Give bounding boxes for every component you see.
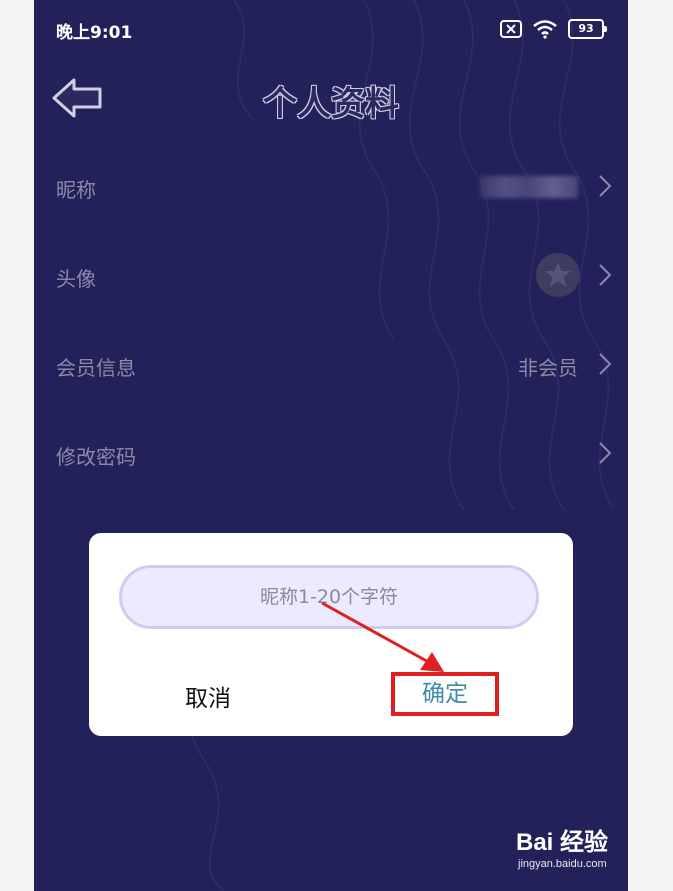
row-label: 昵称 bbox=[56, 178, 96, 202]
row-label: 头像 bbox=[56, 267, 96, 291]
confirm-button[interactable]: 确定 bbox=[391, 672, 499, 716]
chevron-right-icon bbox=[599, 353, 612, 375]
chevron-right-icon bbox=[599, 175, 612, 197]
nickname-input[interactable]: 昵称1-20个字符 bbox=[119, 565, 539, 629]
row-membership[interactable]: 会员信息 非会员 bbox=[34, 320, 628, 409]
status-icons: 93 bbox=[500, 18, 607, 40]
row-avatar[interactable]: 头像 bbox=[34, 231, 628, 320]
watermark-url: jingyan.baidu.com bbox=[518, 858, 607, 870]
chevron-right-icon bbox=[599, 442, 612, 464]
sim-off-icon bbox=[500, 20, 522, 38]
wifi-icon bbox=[533, 20, 557, 39]
row-change-password[interactable]: 修改密码 bbox=[34, 409, 628, 498]
app-screen: 晚上9:01 93 个人资料 昵称 头像 会员信息 非会员 修改密码 昵称1-2… bbox=[34, 0, 628, 891]
row-label: 修改密码 bbox=[56, 445, 136, 469]
nickname-dialog: 昵称1-20个字符 取消 确定 bbox=[89, 533, 573, 736]
status-time: 晚上9:01 bbox=[56, 23, 133, 43]
cancel-button[interactable]: 取消 bbox=[153, 679, 263, 713]
watermark: Bai 经验 jingyan.baidu.com bbox=[516, 816, 646, 876]
status-bar: 晚上9:01 93 bbox=[34, 0, 628, 60]
page-title: 个人资料 bbox=[263, 84, 399, 124]
watermark-logo: Bai 经验 bbox=[516, 829, 609, 856]
avatar-icon bbox=[545, 262, 571, 287]
blurred-nickname bbox=[480, 176, 578, 198]
row-label: 会员信息 bbox=[56, 356, 136, 380]
battery-indicator: 93 bbox=[568, 19, 607, 39]
chevron-right-icon bbox=[599, 264, 612, 286]
avatar[interactable] bbox=[536, 253, 580, 297]
row-nickname[interactable]: 昵称 bbox=[34, 142, 628, 231]
profile-settings-list: 昵称 头像 会员信息 非会员 修改密码 bbox=[34, 142, 628, 498]
membership-status: 非会员 bbox=[518, 356, 578, 380]
